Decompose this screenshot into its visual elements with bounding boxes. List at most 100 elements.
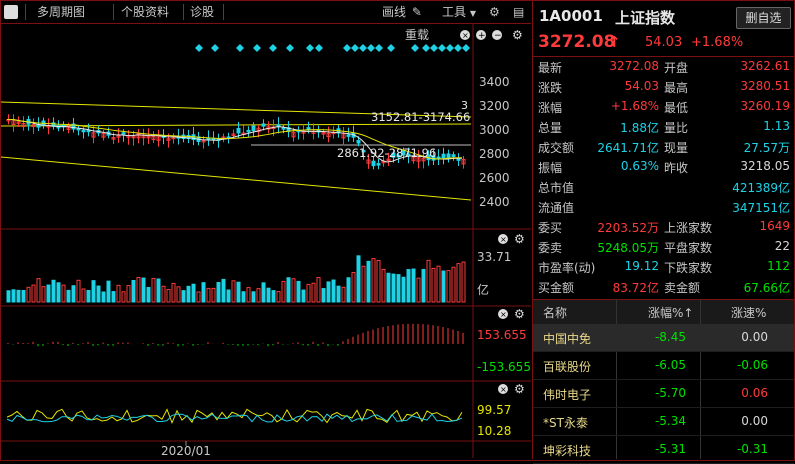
signal-marker bbox=[315, 44, 323, 52]
volume-bar bbox=[386, 272, 391, 303]
col-speed-header[interactable]: 涨速% bbox=[731, 304, 766, 321]
volume-bar bbox=[96, 285, 101, 303]
pencil-icon: ✎ bbox=[411, 5, 422, 19]
volume-bar bbox=[131, 280, 136, 303]
quote-field: 3260.19 bbox=[740, 99, 790, 113]
quote-field: 成交额 bbox=[538, 141, 575, 155]
list-item[interactable]: 伟时电子 -5.70 0.06 bbox=[533, 380, 794, 408]
candle-body bbox=[371, 160, 376, 167]
tab-multi-period[interactable]: 多周期图 bbox=[33, 3, 89, 21]
candle-body bbox=[376, 163, 381, 166]
quote-field: +1.68% bbox=[610, 99, 659, 113]
svg-text:×: × bbox=[500, 235, 507, 244]
gear-icon[interactable]: ⚙ bbox=[514, 232, 525, 246]
list-cell: -8.45 bbox=[654, 330, 686, 344]
volume-bar bbox=[416, 277, 421, 303]
volume-bar bbox=[236, 281, 241, 303]
volume-bar bbox=[126, 285, 131, 303]
list-item[interactable]: *ST永泰 -5.34 0.00 bbox=[533, 408, 794, 436]
price-tick: 3000 bbox=[479, 123, 510, 137]
signal-marker bbox=[306, 44, 314, 52]
volume-bar bbox=[211, 287, 216, 303]
list-item[interactable]: 百联股份 -6.05 -0.06 bbox=[533, 352, 794, 380]
candle-body bbox=[121, 132, 126, 135]
volume-bar bbox=[431, 267, 436, 303]
app-logo-icon[interactable] bbox=[4, 5, 18, 19]
tools-button[interactable]: 工具 ▼ bbox=[442, 3, 476, 21]
col-pct-header[interactable]: 涨幅%↑ bbox=[648, 304, 693, 321]
candle-body bbox=[246, 129, 251, 133]
quote-row: 委买 2203.52万 上涨家数 1649 bbox=[533, 217, 794, 237]
close-icon[interactable]: × bbox=[498, 384, 508, 394]
reload-label[interactable]: 重载 bbox=[405, 28, 429, 42]
quote-field: 总量 bbox=[538, 121, 563, 135]
list-cell: 百联股份 bbox=[543, 360, 592, 374]
quote-field: 平盘家数 bbox=[664, 241, 713, 255]
volume-bar bbox=[186, 285, 191, 303]
volume-bar bbox=[311, 282, 316, 303]
remove-watchlist-button[interactable]: 删自选 bbox=[736, 7, 791, 29]
volume-bar bbox=[456, 263, 461, 303]
quote-field: 5248.05万 bbox=[597, 241, 659, 255]
volume-bar bbox=[366, 260, 371, 303]
signal-marker bbox=[387, 44, 395, 52]
volume-bar bbox=[356, 255, 361, 303]
list-item[interactable]: 坤彩科技 -5.31 -0.31 bbox=[533, 436, 794, 464]
volume-bar bbox=[296, 280, 301, 303]
volume-bar bbox=[166, 288, 171, 303]
stock-code: 1A0001 bbox=[539, 7, 603, 25]
gear-icon[interactable]: ⚙ bbox=[514, 307, 525, 321]
tab-stock-info[interactable]: 个股资料 bbox=[117, 3, 173, 21]
tools-label: 工具 bbox=[442, 5, 467, 19]
signal-marker bbox=[454, 44, 462, 52]
settings-icon[interactable]: ⚙ bbox=[489, 3, 500, 21]
list-cell: *ST永泰 bbox=[543, 416, 588, 430]
candle-body bbox=[81, 129, 86, 133]
quote-field: 54.03 bbox=[624, 79, 659, 93]
quote-row: 涨跌 54.03 最高 3280.51 bbox=[533, 77, 794, 97]
svg-text:×: × bbox=[500, 385, 507, 394]
kline-chart-svg[interactable]: 重载 × + − ⚙ 3400 3200 3000 2800 2600 2400… bbox=[0, 24, 531, 458]
volume-bar bbox=[161, 285, 166, 303]
quote-field: 347151亿 bbox=[732, 201, 790, 215]
signal-marker bbox=[253, 44, 261, 52]
volume-bar bbox=[101, 291, 106, 303]
volume-bar bbox=[326, 281, 331, 303]
volume-bar bbox=[376, 259, 381, 303]
svg-text:+: + bbox=[478, 31, 486, 41]
price-tick: 3400 bbox=[479, 75, 510, 89]
gear-icon[interactable]: ⚙ bbox=[514, 382, 525, 396]
list-cell: -5.70 bbox=[654, 386, 686, 400]
volume-bar bbox=[426, 259, 431, 303]
close-icon[interactable]: × bbox=[498, 234, 508, 244]
close-icon[interactable]: × bbox=[498, 309, 508, 319]
plus-icon[interactable]: + bbox=[476, 30, 486, 41]
gear-icon[interactable]: ⚙ bbox=[512, 28, 523, 42]
minus-icon[interactable]: − bbox=[492, 30, 502, 41]
volume-bar bbox=[6, 290, 11, 303]
tab-diagnose[interactable]: 诊股 bbox=[186, 3, 218, 21]
volume-bar bbox=[401, 276, 406, 303]
list-item[interactable]: 中国中免 -8.45 0.00 bbox=[533, 324, 794, 352]
quote-field: 112 bbox=[767, 259, 790, 273]
layout-icon[interactable]: ▤ bbox=[513, 3, 524, 21]
quote-field: 22 bbox=[774, 239, 790, 253]
quote-field: 0.63% bbox=[620, 159, 659, 173]
close-icon[interactable]: × bbox=[460, 30, 470, 40]
draw-line-button[interactable]: 画线 ✎ bbox=[382, 3, 422, 21]
quote-field: 421389亿 bbox=[732, 181, 790, 195]
col-name-header[interactable]: 名称 bbox=[543, 304, 567, 321]
list-cell: 中国中免 bbox=[543, 332, 592, 346]
quote-row: 成交额 2641.71亿 现量 27.57万 bbox=[533, 137, 794, 157]
kline-chart-panel[interactable]: 重载 × + − ⚙ 3400 3200 3000 2800 2600 2400… bbox=[0, 24, 531, 458]
volume-bar bbox=[146, 286, 151, 303]
volume-bar bbox=[116, 284, 121, 303]
volume-bar bbox=[106, 280, 111, 303]
dropdown-arrow-icon: ▼ bbox=[469, 9, 476, 18]
volume-bar bbox=[281, 280, 286, 303]
list-cell: 伟时电子 bbox=[543, 388, 592, 402]
signal-marker bbox=[269, 44, 277, 52]
volume-bar bbox=[21, 289, 26, 303]
volume-bar bbox=[201, 282, 206, 303]
quote-field: 最低 bbox=[664, 101, 689, 115]
